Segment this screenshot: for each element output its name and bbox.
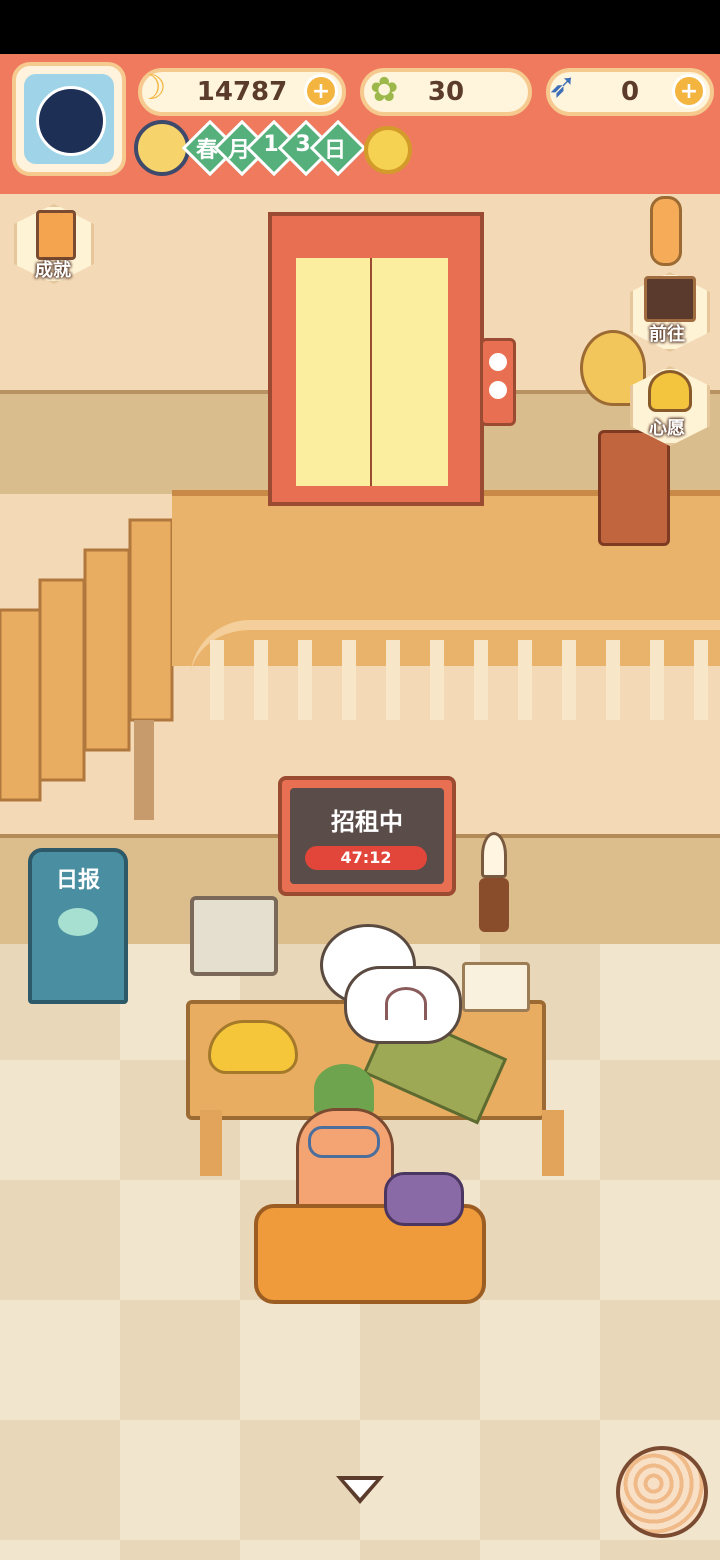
achievements-label: 成就 <box>35 260 71 281</box>
elevator-door-right <box>372 258 448 486</box>
pineapple-cat-guest[interactable] <box>290 1064 394 1224</box>
newspaper-box[interactable]: 日报 <box>28 848 128 1004</box>
sun-icon[interactable] <box>364 126 412 174</box>
clipboard-icon <box>36 210 76 260</box>
fish-counter[interactable]: ➶ 0 + <box>546 66 714 116</box>
railing-posts <box>210 640 720 720</box>
goto-button[interactable]: 前往 <box>624 270 710 352</box>
paper-note <box>462 962 530 1012</box>
banana-counter[interactable]: ☽ 14787 + <box>136 68 346 116</box>
clover-counter[interactable]: ✿ 30 <box>360 68 532 116</box>
wish-button[interactable]: 心愿 <box>624 364 710 446</box>
heart-book-icon <box>648 370 692 412</box>
add-banana-button[interactable]: + <box>304 74 338 108</box>
player-avatar[interactable] <box>12 62 126 176</box>
date-day-unit: 日 <box>323 138 346 163</box>
banana-icon: ☽ <box>136 68 167 108</box>
rent-timer-bar: 47:12 <box>305 846 427 870</box>
computer[interactable] <box>190 896 278 976</box>
oil-lamp <box>476 832 512 932</box>
goto-label: 前往 <box>649 324 685 345</box>
magic-lamp[interactable] <box>208 1020 298 1074</box>
map-board-icon <box>644 276 696 322</box>
clover-value: 30 <box>427 77 465 107</box>
yarn-ball-icon[interactable] <box>616 1446 708 1538</box>
add-fish-button[interactable]: + <box>672 74 706 108</box>
status-bar <box>0 0 720 54</box>
elevator-call-button[interactable] <box>480 338 516 426</box>
thought-bubble[interactable] <box>344 966 462 1044</box>
achievements-button[interactable]: 成就 <box>10 200 96 286</box>
fish-icon: ➶ <box>548 66 577 106</box>
clover-icon: ✿ <box>370 70 399 110</box>
for-rent-title: 招租中 <box>331 808 403 836</box>
banana-value: 14787 <box>196 77 288 107</box>
elevator-door-left <box>296 258 374 486</box>
date-display: 春 月 1 3 日 <box>181 119 367 177</box>
purple-pillow <box>384 1172 464 1226</box>
newspaper-label: 日报 <box>55 868 100 893</box>
staircase <box>0 518 174 820</box>
down-arrow-inner <box>344 1480 376 1498</box>
cat-face-icon <box>58 908 98 936</box>
fishing-rod-icon <box>385 987 427 1020</box>
rope-pull[interactable] <box>650 196 682 266</box>
wish-label: 心愿 <box>649 418 685 439</box>
fish-value: 0 <box>620 77 640 107</box>
rent-timer: 47:12 <box>340 848 392 867</box>
for-rent-sign[interactable]: 招租中 47:12 <box>278 776 456 896</box>
